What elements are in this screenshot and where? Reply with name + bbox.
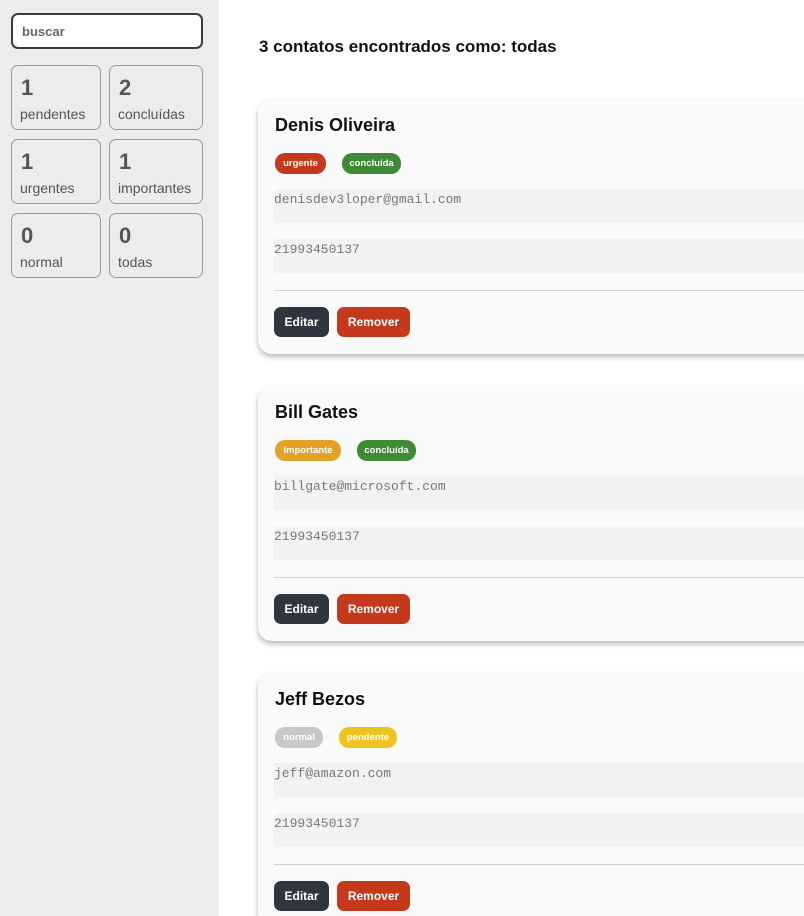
contact-email: jeff@amazon.com <box>274 763 804 797</box>
main-content: 3 contatos encontrados como: todas Denis… <box>219 0 804 916</box>
contact-email: denisdev3loper@gmail.com <box>274 189 804 223</box>
filter-label: concluídas <box>118 106 185 122</box>
filter-label: todas <box>118 254 153 270</box>
filter-importantes[interactable]: 1 importantes <box>109 139 203 204</box>
tag-badge: concluída <box>357 440 416 461</box>
filter-label: pendentes <box>20 106 86 122</box>
divider <box>274 290 804 291</box>
filter-count: 1 <box>119 149 132 174</box>
filter-count: 1 <box>21 149 34 174</box>
filter-normal[interactable]: 0 normal <box>11 213 101 278</box>
contact-card: Bill Gates importante concluída billgate… <box>258 386 804 641</box>
filter-pendentes[interactable]: 1 pendentes <box>11 65 101 130</box>
edit-button[interactable]: Editar <box>274 881 329 911</box>
contact-name: Jeff Bezos <box>275 689 366 709</box>
filter-count: 0 <box>119 223 132 248</box>
filter-count: 2 <box>119 75 132 100</box>
filter-concluidas[interactable]: 2 concluídas <box>109 65 203 130</box>
tag-badge: concluída <box>342 153 401 174</box>
tag-badge: urgente <box>275 153 326 174</box>
contact-phone: 21993450137 <box>274 239 804 273</box>
remove-button[interactable]: Remover <box>337 881 410 911</box>
filter-label: normal <box>20 254 63 270</box>
filter-count: 1 <box>21 75 34 100</box>
contact-name: Bill Gates <box>275 402 359 422</box>
filter-label: importantes <box>118 180 192 196</box>
remove-button[interactable]: Remover <box>337 594 410 624</box>
edit-button[interactable]: Editar <box>274 594 329 624</box>
contact-email: billgate@microsoft.com <box>274 476 804 510</box>
divider <box>274 864 804 865</box>
remove-button[interactable]: Remover <box>337 307 410 337</box>
contact-card: Denis Oliveira urgente concluída denisde… <box>258 99 804 354</box>
tag-badge: pendente <box>339 727 397 748</box>
contact-phone: 21993450137 <box>274 813 804 847</box>
search-input[interactable] <box>11 13 203 49</box>
contact-name: Denis Oliveira <box>275 115 396 135</box>
edit-button[interactable]: Editar <box>274 307 329 337</box>
tag-badge: normal <box>275 727 323 748</box>
filter-count: 0 <box>21 223 34 248</box>
sidebar: 1 pendentes 2 concluídas 1 urgentes 1 im… <box>0 0 219 916</box>
results-heading: 3 contatos encontrados como: todas <box>259 37 557 56</box>
tag-badge: importante <box>275 440 341 461</box>
filter-todas[interactable]: 0 todas <box>109 213 203 278</box>
filter-urgentes[interactable]: 1 urgentes <box>11 139 101 204</box>
filter-label: urgentes <box>20 180 75 196</box>
contact-phone: 21993450137 <box>274 526 804 560</box>
contact-card: Jeff Bezos normal pendente jeff@amazon.c… <box>258 673 804 916</box>
divider <box>274 577 804 578</box>
